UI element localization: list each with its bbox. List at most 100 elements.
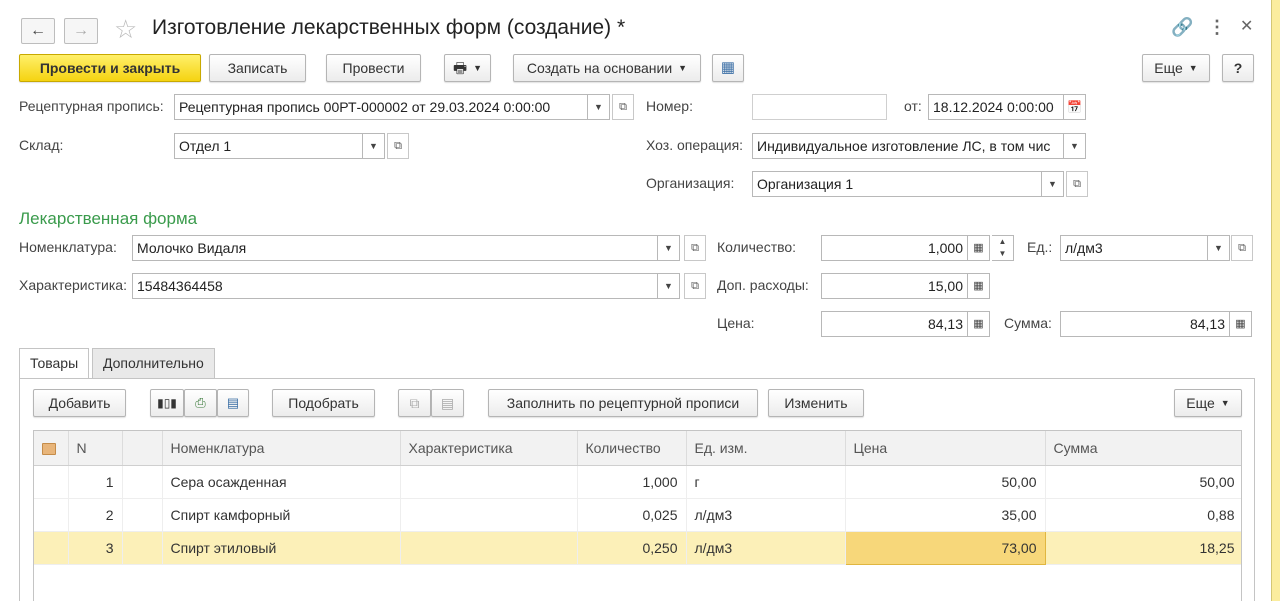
column-header-quantity[interactable]: Количество [577, 431, 687, 466]
more-button[interactable]: Еще ▼ [1142, 54, 1210, 82]
chevron-down-icon[interactable]: ▼ [658, 273, 680, 299]
change-button[interactable]: Изменить [768, 389, 864, 417]
scanner-icon[interactable]: ⎙ [184, 389, 217, 417]
open-icon[interactable]: ⧉ [1231, 235, 1253, 261]
column-header-sum[interactable]: Сумма [1045, 431, 1241, 466]
help-button[interactable]: ? [1222, 54, 1254, 82]
table-row-selected[interactable]: 3 Спирт этиловый 0,250 л/дм3 73,00 18,25 [34, 530, 1241, 565]
row-sum[interactable]: 0,88 [1045, 498, 1241, 532]
printer-icon: 🖶 [452, 60, 468, 77]
column-header-price[interactable]: Цена [845, 431, 1046, 466]
row-nomenclature[interactable]: Сера осажденная [162, 465, 401, 499]
row-quantity[interactable]: 1,000 [577, 465, 687, 499]
characteristic-field[interactable]: 15484364458 [132, 273, 658, 299]
row-quantity[interactable]: 0,025 [577, 498, 687, 532]
row-sum[interactable]: 50,00 [1045, 465, 1241, 499]
tab-goods[interactable]: Товары [19, 348, 90, 379]
copy-icon[interactable]: ⧉ [398, 389, 431, 417]
arrow-left-icon: ← [30, 22, 46, 39]
link-icon[interactable]: 🔗 [1171, 16, 1193, 38]
row-price[interactable]: 35,00 [845, 498, 1046, 532]
tab-additional[interactable]: Дополнительно [92, 348, 215, 378]
row-unit[interactable]: л/дм3 [686, 531, 846, 565]
open-icon[interactable]: ⧉ [387, 133, 409, 159]
open-icon[interactable]: ⧉ [684, 235, 706, 261]
column-header-characteristic[interactable]: Характеристика [400, 431, 578, 466]
warehouse-field[interactable]: Отдел 1 [174, 133, 363, 159]
table-row[interactable]: 1 Сера осажденная 1,000 г 50,00 50,00 [34, 465, 1241, 499]
characteristic-label: Характеристика: [19, 277, 127, 293]
sum-label: Сумма: [1004, 315, 1052, 331]
calculator-icon[interactable]: ▦ [968, 273, 990, 299]
forward-button[interactable]: → [64, 18, 98, 44]
prescription-field[interactable]: Рецептурная пропись 00РТ-000002 от 29.03… [174, 94, 588, 120]
more-vertical-icon[interactable]: ⋮ [1208, 16, 1226, 38]
row-number: 2 [68, 498, 123, 532]
table-header-row: N Номенклатура Характеристика Количество… [34, 431, 1241, 466]
chevron-down-icon[interactable]: ▼ [1064, 133, 1086, 159]
table-row[interactable]: 2 Спирт камфорный 0,025 л/дм3 35,00 0,88 [34, 498, 1241, 532]
row-unit[interactable]: г [686, 465, 846, 499]
open-icon[interactable]: ⧉ [684, 273, 706, 299]
save-button[interactable]: Записать [209, 54, 306, 82]
data-collector-icon[interactable]: ▤ [217, 389, 249, 417]
calculator-icon[interactable]: ▦ [968, 311, 990, 337]
column-header-icon[interactable] [34, 431, 69, 466]
nomenclature-field[interactable]: Молочко Видаля [132, 235, 658, 261]
row-characteristic[interactable] [400, 531, 578, 565]
date-label: от: [904, 98, 922, 114]
number-field[interactable] [752, 94, 887, 120]
dosage-form-section-title: Лекарственная форма [19, 209, 198, 228]
row-characteristic[interactable] [400, 498, 578, 532]
post-and-close-button[interactable]: Провести и закрыть [19, 54, 201, 82]
quantity-label: Количество: [717, 239, 797, 255]
row-unit[interactable]: л/дм3 [686, 498, 846, 532]
paste-icon[interactable]: ▤ [431, 389, 464, 417]
column-header-blank[interactable] [122, 431, 163, 466]
row-number: 1 [68, 465, 123, 499]
row-nomenclature[interactable]: Спирт камфорный [162, 498, 401, 532]
unit-label: Ед.: [1027, 239, 1053, 255]
row-characteristic[interactable] [400, 465, 578, 499]
row-quantity[interactable]: 0,250 [577, 531, 687, 565]
back-button[interactable]: ← [21, 18, 55, 44]
print-button[interactable]: 🖶 ▼ [444, 54, 491, 82]
column-header-n[interactable]: N [68, 431, 123, 466]
organization-field[interactable]: Организация 1 [752, 171, 1042, 197]
row-nomenclature[interactable]: Спирт этиловый [162, 531, 401, 565]
row-price-current-cell[interactable]: 73,00 [844, 530, 1046, 565]
calculator-icon[interactable]: ▦ [1230, 311, 1252, 337]
document-window: ← → ☆ Изготовление лекарственных форм (с… [0, 0, 1272, 601]
post-button[interactable]: Провести [326, 54, 421, 82]
sum-field[interactable]: 84,13 [1060, 311, 1230, 337]
chevron-down-icon[interactable]: ▼ [1208, 235, 1230, 261]
price-field[interactable]: 84,13 [821, 311, 968, 337]
star-icon[interactable]: ☆ [114, 14, 137, 44]
close-icon[interactable]: ✕ [1240, 16, 1253, 38]
structure-icon[interactable]: ▦ [712, 54, 744, 82]
quantity-field[interactable]: 1,000 [821, 235, 968, 261]
create-based-on-button[interactable]: Создать на основании ▼ [513, 54, 701, 82]
row-sum[interactable]: 18,25 [1045, 531, 1241, 565]
extra-costs-field[interactable]: 15,00 [821, 273, 968, 299]
chevron-down-icon[interactable]: ▼ [1042, 171, 1064, 197]
quantity-stepper[interactable]: ▲ ▼ [992, 235, 1014, 261]
calendar-icon[interactable]: 📅 [1064, 94, 1086, 120]
calculator-icon[interactable]: ▦ [968, 235, 990, 261]
chevron-down-icon[interactable]: ▼ [658, 235, 680, 261]
column-header-unit[interactable]: Ед. изм. [686, 431, 846, 466]
chevron-down-icon[interactable]: ▼ [588, 94, 610, 120]
open-icon[interactable]: ⧉ [612, 94, 634, 120]
more-button[interactable]: Еще ▼ [1174, 389, 1242, 417]
operation-field[interactable]: Индивидуальное изготовление ЛС, в том чи… [752, 133, 1064, 159]
row-price[interactable]: 50,00 [845, 465, 1046, 499]
fill-by-prescription-button[interactable]: Заполнить по рецептурной прописи [488, 389, 758, 417]
pick-button[interactable]: Подобрать [272, 389, 375, 417]
column-header-nomenclature[interactable]: Номенклатура [162, 431, 401, 466]
add-button[interactable]: Добавить [33, 389, 126, 417]
chevron-down-icon[interactable]: ▼ [363, 133, 385, 159]
open-icon[interactable]: ⧉ [1066, 171, 1088, 197]
unit-field[interactable]: л/дм3 [1060, 235, 1208, 261]
date-field[interactable]: 18.12.2024 0:00:00 [928, 94, 1064, 120]
barcode-icon[interactable]: ▮▯▮ [150, 389, 184, 417]
